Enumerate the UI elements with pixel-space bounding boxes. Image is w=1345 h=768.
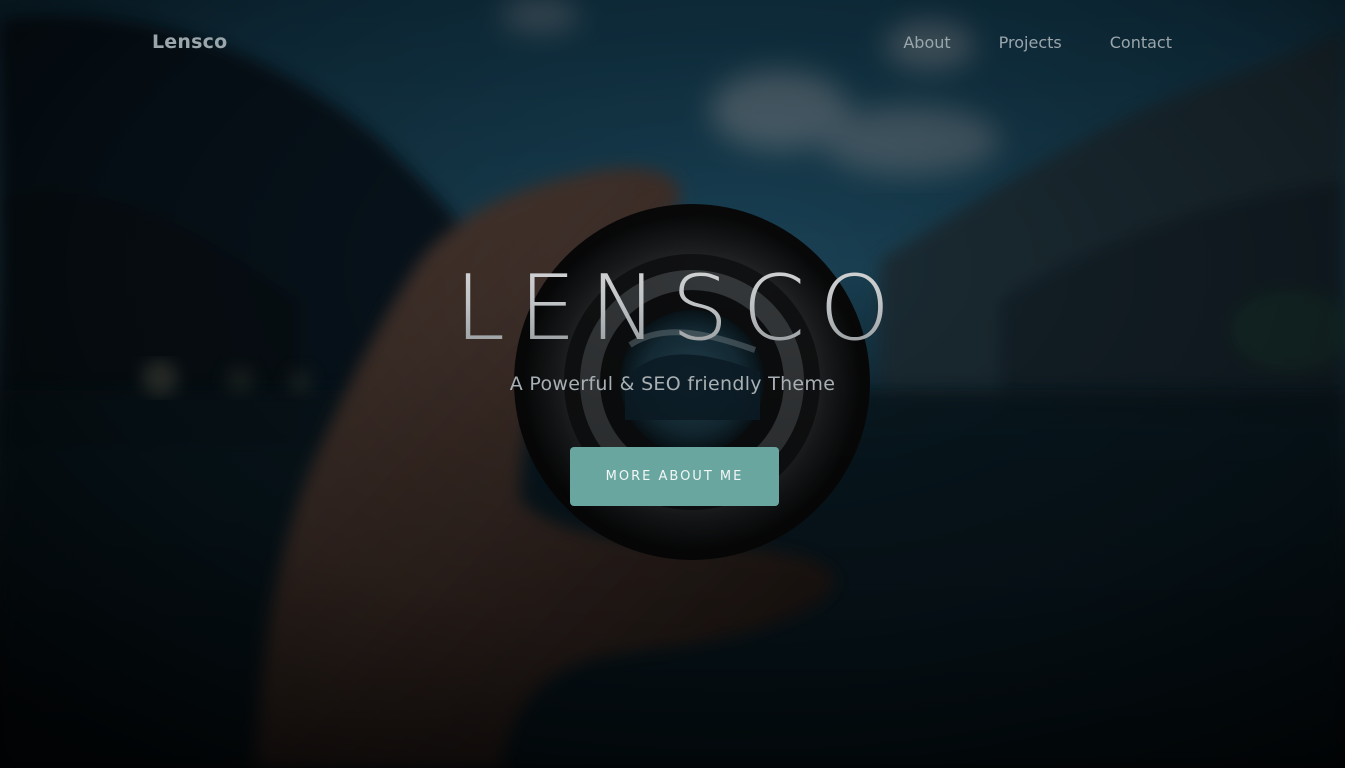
hero-section: Lensco About Projects Contact LENSCO A P…	[0, 0, 1345, 768]
nav-link-contact[interactable]: Contact	[1110, 33, 1172, 52]
nav-link-about[interactable]: About	[903, 33, 950, 52]
top-navbar: Lensco About Projects Contact	[0, 0, 1345, 88]
nav-link-projects[interactable]: Projects	[999, 33, 1062, 52]
hero-title: LENSCO	[0, 254, 1345, 364]
hero-subtitle: A Powerful & SEO friendly Theme	[509, 373, 836, 395]
more-about-me-button[interactable]: MORE ABOUT ME	[570, 447, 779, 506]
brand-logo-link[interactable]: Lensco	[152, 31, 227, 53]
nav-links: About Projects Contact	[855, 33, 1172, 52]
